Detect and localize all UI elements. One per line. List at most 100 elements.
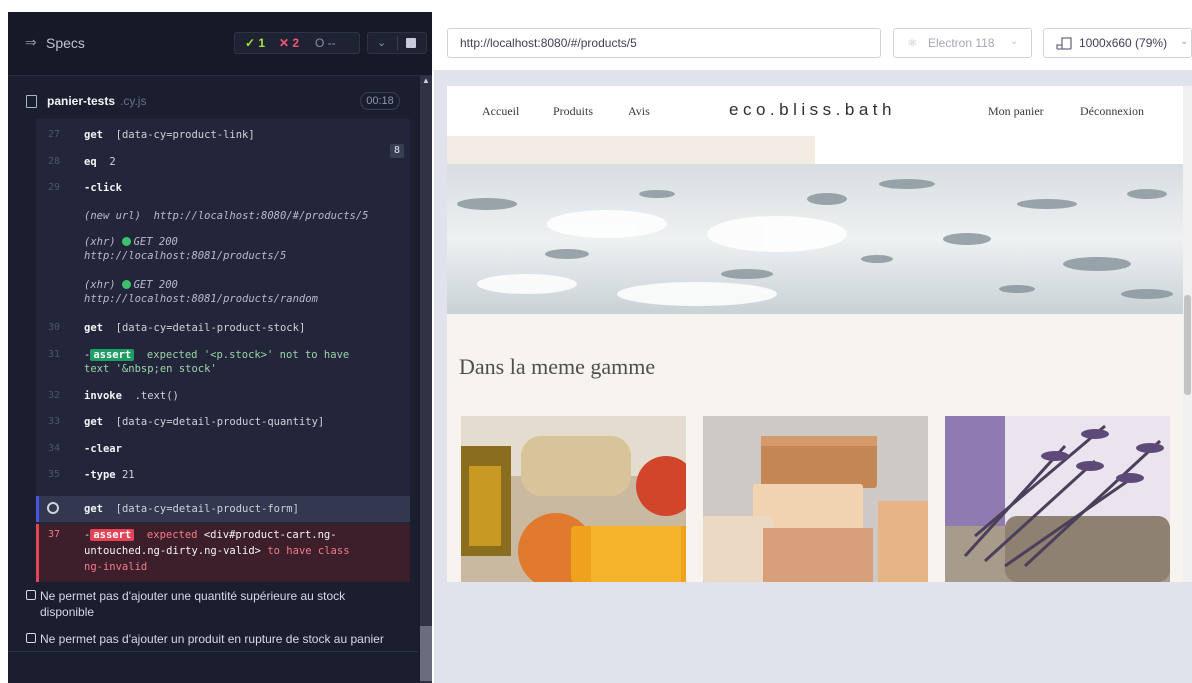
specs-label[interactable]: Specs: [46, 35, 85, 51]
command-name: -clear: [84, 443, 122, 455]
xhr-status: GET 200: [133, 236, 178, 248]
command-name: invoke: [84, 390, 122, 402]
spec-file-name: panier-tests: [47, 94, 116, 108]
viewport-size: 1000x660 (79%): [1079, 36, 1168, 50]
viewport-icon: [1056, 37, 1072, 50]
event-label: (xhr): [84, 279, 116, 291]
assert-subject-cont: untouched.ng-dirty.ng-valid>: [84, 545, 262, 557]
viewport-info[interactable]: 1000x660 (79%) ⌄: [1043, 28, 1192, 58]
chevron-down-icon[interactable]: ⌄: [377, 36, 386, 49]
nav-products[interactable]: Produits: [553, 104, 593, 119]
site-logo[interactable]: eco.bliss.bath: [729, 100, 896, 120]
command-number: 35: [48, 469, 61, 480]
command-name: get: [84, 322, 103, 334]
command-arg: [data-cy=product-link]: [115, 129, 255, 141]
pending-test-icon: [26, 590, 36, 600]
scroll-up-icon[interactable]: ▲: [422, 76, 430, 85]
assert-message-cont: ng-invalid: [84, 561, 148, 573]
pending-count: O --: [315, 36, 336, 50]
nav-logout[interactable]: Déconnexion: [1080, 104, 1144, 119]
file-icon: [26, 95, 37, 108]
hero-foam-image: [447, 164, 1183, 314]
stop-icon[interactable]: [406, 38, 416, 48]
command-number: 28: [48, 156, 61, 167]
test-stats: ✓ 1 ✕ 2 O --: [234, 32, 360, 54]
product-image-apricot-soap[interactable]: [461, 416, 686, 582]
nav-cart[interactable]: Mon panier: [988, 104, 1044, 119]
command-number: 34: [48, 443, 61, 454]
divider: [397, 36, 398, 50]
site-scrollbar-thumb[interactable]: [1184, 295, 1191, 395]
nav-home[interactable]: Accueil: [482, 104, 519, 119]
run-controls: ⌄: [367, 32, 427, 54]
chevron-down-icon: ⌄: [1010, 36, 1019, 47]
spinner-icon: [47, 502, 59, 514]
xhr-status: GET 200: [133, 279, 178, 291]
browser-name: Electron 118: [928, 36, 995, 50]
assert-message: to have class: [267, 545, 350, 557]
product-banner-right: [815, 136, 1183, 164]
xhr-url: http://localhost:8081/products/5: [84, 250, 287, 262]
command-arg: .text(): [134, 390, 179, 402]
command-row-failed[interactable]: 37 - assert expected <div#product-cart.ng…: [36, 524, 410, 582]
command-number: 32: [48, 390, 61, 401]
assert-badge: assert: [90, 529, 135, 541]
status-dot-icon: [121, 237, 131, 246]
xhr-url: http://localhost:8081/products/random: [84, 293, 318, 305]
scrollbar-track[interactable]: [420, 76, 432, 683]
command-arg: 21: [121, 469, 135, 481]
command-number: 37: [48, 529, 61, 540]
command-arg: [data-cy=detail-product-stock]: [115, 322, 306, 334]
url-text: http://localhost:8080/#/products/5: [460, 36, 637, 50]
command-name: get: [84, 503, 103, 515]
command-name: -type: [84, 469, 116, 481]
test-title-cont: disponible: [40, 605, 95, 619]
assert-message-cont: text '&nbsp;en stock': [84, 363, 217, 375]
url-bar[interactable]: http://localhost:8080/#/products/5: [447, 28, 881, 58]
chevron-down-icon: ⌄: [1180, 36, 1189, 47]
command-log-panel: ⇒ Specs ✓ 1 ✕ 2 O -- ⌄ panier-tests .cy.…: [8, 12, 432, 683]
command-number: 33: [48, 416, 61, 427]
spec-file-header[interactable]: panier-tests .cy.js 00:18: [8, 89, 420, 115]
section-title: Dans la meme gamme: [459, 354, 656, 379]
scrollbar-thumb[interactable]: [420, 626, 432, 681]
element-count-badge: 8: [390, 144, 404, 158]
command-arg: [data-cy=detail-product-quantity]: [115, 416, 325, 428]
event-label: (xhr): [84, 236, 116, 248]
product-banner-left: [447, 136, 815, 164]
command-number: 27: [48, 129, 61, 140]
spec-file-ext: .cy.js: [120, 94, 147, 108]
product-image-lavender[interactable]: [945, 416, 1170, 582]
assert-prefix: expected: [146, 529, 198, 541]
product-image-stacked-soaps[interactable]: [703, 416, 928, 582]
command-number: 29: [48, 182, 61, 193]
command-number: 31: [48, 349, 61, 360]
command-name: -click: [84, 182, 122, 194]
specs-header: ⇒ Specs ✓ 1 ✕ 2 O -- ⌄: [8, 12, 432, 76]
assert-message: expected '<p.stock>' not to have: [146, 349, 350, 361]
specs-toggle-icon[interactable]: ⇒: [25, 34, 37, 51]
browser-selector[interactable]: ⚛ Electron 118 ⌄: [893, 28, 1032, 58]
event-label: (new url): [84, 210, 141, 222]
failed-count: ✕ 2: [279, 36, 300, 50]
divider: [8, 651, 418, 652]
command-name: get: [84, 416, 103, 428]
assert-badge: assert: [90, 349, 135, 361]
command-arg: [data-cy=detail-product-form]: [115, 503, 299, 515]
nav-reviews[interactable]: Avis: [628, 104, 650, 119]
assert-subject: <div#product-cart.ng-: [203, 529, 337, 541]
command-name: eq: [84, 156, 97, 168]
command-arg: 2: [109, 156, 116, 168]
command-number: 30: [48, 322, 61, 333]
event-url: http://localhost:8080/#/products/5: [153, 210, 369, 222]
site-frame: Accueil Produits Avis eco.bliss.bath Mon…: [447, 86, 1183, 582]
passed-count: ✓ 1: [245, 36, 266, 50]
site-nav: Accueil Produits Avis eco.bliss.bath Mon…: [447, 86, 1183, 136]
test-title: Ne permet pas d'ajouter un produit en ru…: [40, 632, 384, 646]
command-name: get: [84, 129, 103, 141]
pending-test-icon: [26, 633, 36, 643]
spec-duration: 00:18: [360, 92, 400, 110]
status-dot-icon: [121, 280, 131, 289]
command-row-running[interactable]: get [data-cy=detail-product-form]: [36, 496, 410, 522]
electron-icon: ⚛: [907, 36, 918, 50]
